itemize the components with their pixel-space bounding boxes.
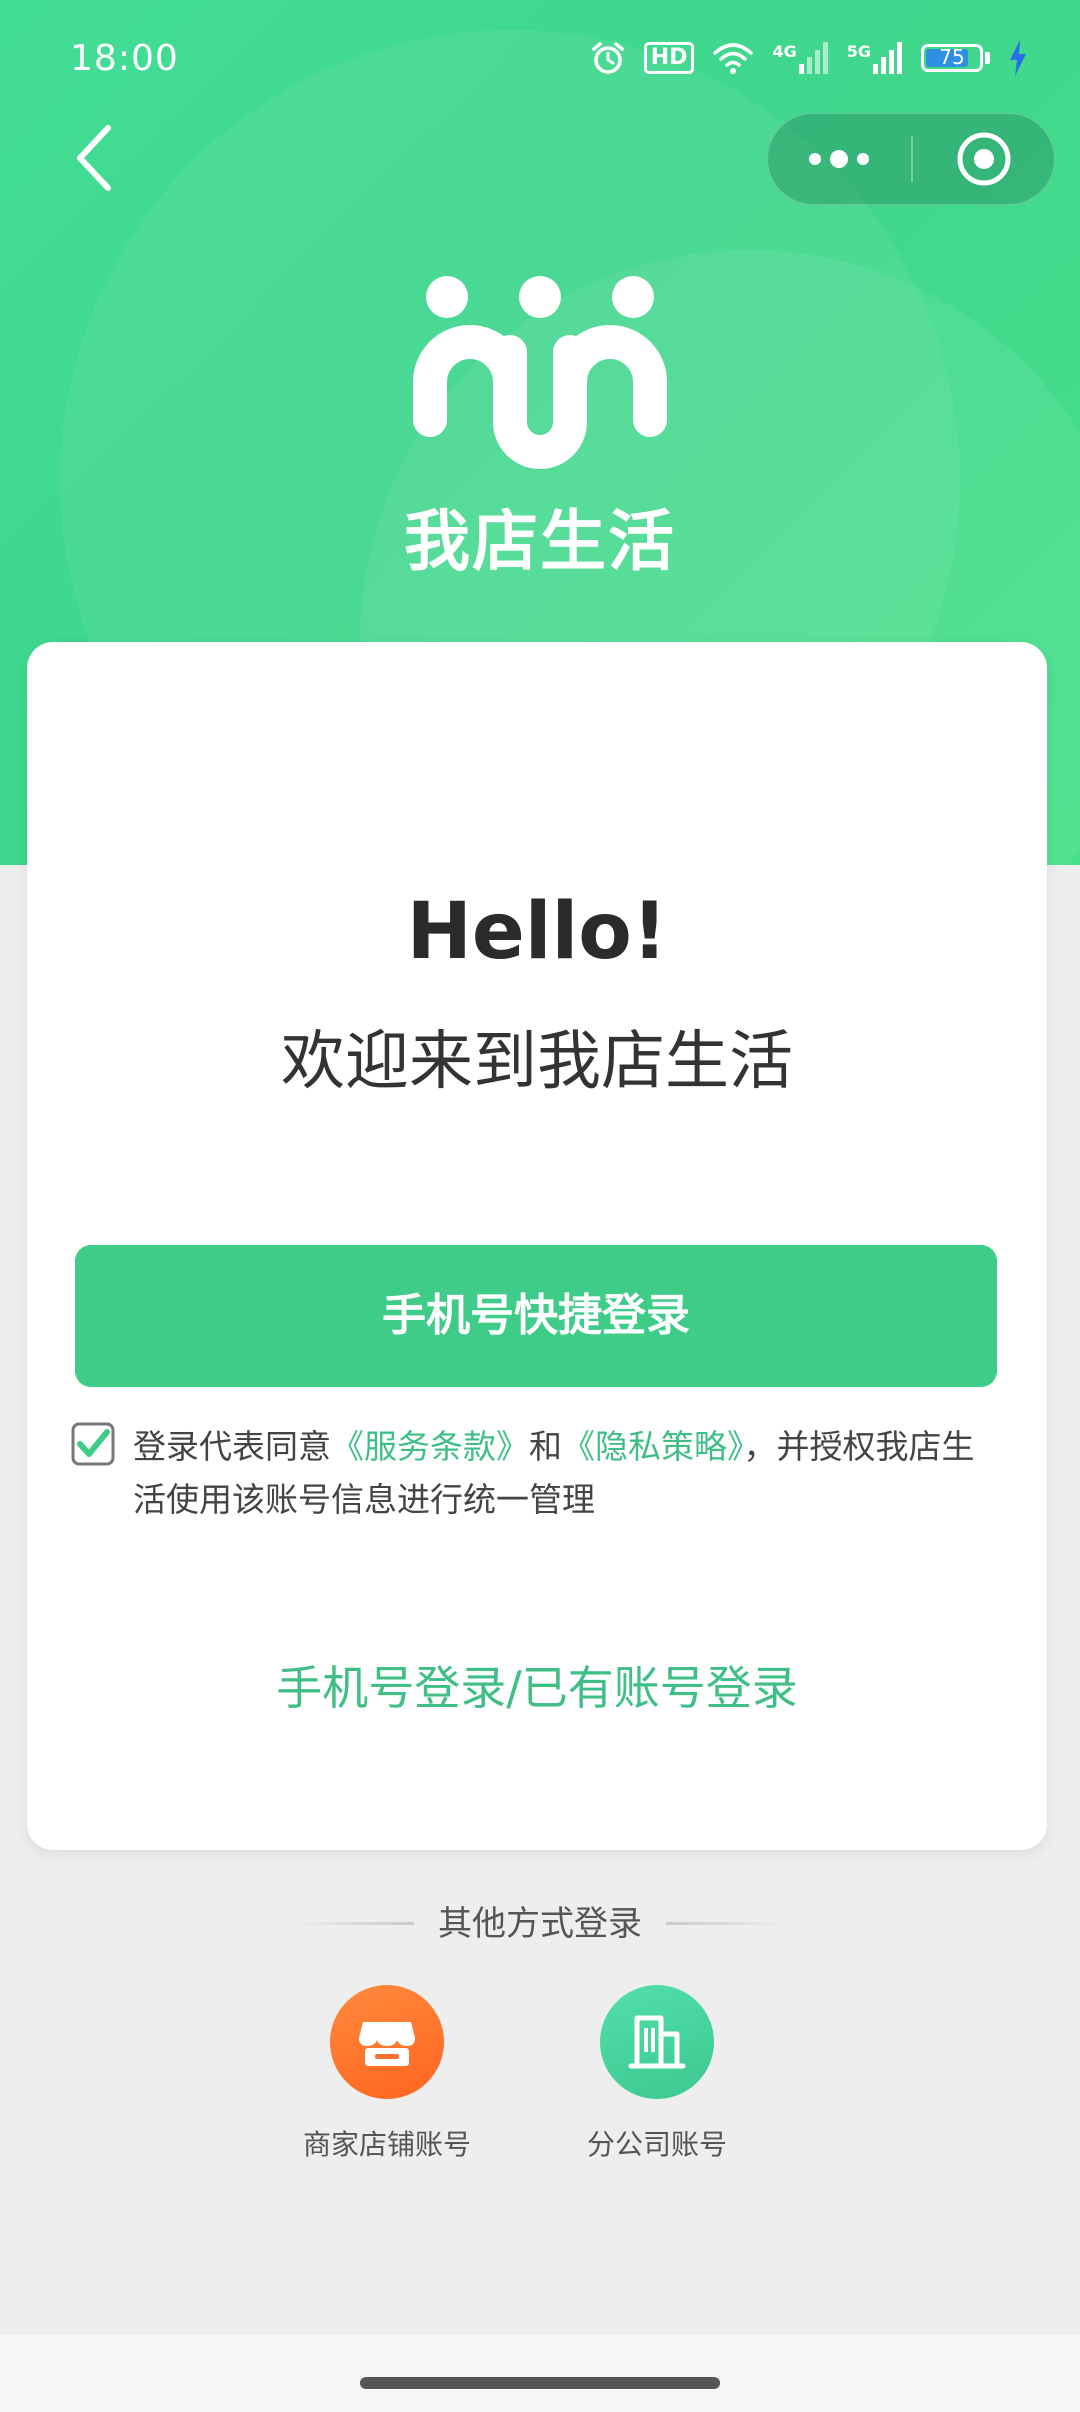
merchant-icon-circle bbox=[330, 1985, 444, 2099]
status-bar: 18:00 HD 4G 5G 75 bbox=[0, 0, 1080, 120]
battery-icon: 75 bbox=[921, 44, 990, 72]
agreement-and: 和 bbox=[529, 1427, 562, 1466]
network-type-label: 4G bbox=[772, 42, 797, 61]
branch-account-label: 分公司账号 bbox=[586, 2128, 727, 2161]
agreement-text: 登录代表同意《服务条款》和《隐私策略》，并授权我店生活使用该账号信息进行统一管理 bbox=[133, 1420, 1003, 1526]
close-mini-program-button[interactable] bbox=[913, 114, 1055, 204]
wifi-icon bbox=[712, 41, 754, 75]
charging-icon bbox=[1008, 40, 1028, 76]
status-time: 18:00 bbox=[70, 38, 179, 79]
more-button[interactable] bbox=[768, 114, 910, 204]
merchant-account-login[interactable]: 商家店铺账号 bbox=[257, 1985, 517, 2163]
account-login-link[interactable]: 手机号登录/已有账号登录 bbox=[27, 1652, 1047, 1718]
terms-link[interactable]: 《服务条款》 bbox=[331, 1427, 529, 1466]
back-button[interactable] bbox=[60, 118, 130, 198]
chevron-left-icon bbox=[60, 125, 130, 202]
signal-icon: 5G bbox=[847, 42, 903, 74]
battery-level: 75 bbox=[939, 45, 965, 69]
checkbox-checked-icon bbox=[71, 1422, 115, 1470]
brand-name: 我店生活 bbox=[404, 503, 676, 580]
branch-icon-circle bbox=[600, 1985, 714, 2099]
status-icons: HD 4G 5G 75 bbox=[590, 40, 1028, 76]
target-close-icon bbox=[913, 132, 1055, 208]
divider-line bbox=[666, 1922, 782, 1925]
phone-quick-login-button[interactable]: 手机号快捷登录 bbox=[75, 1245, 997, 1387]
system-nav-bar bbox=[0, 2335, 1080, 2412]
hd-icon: HD bbox=[643, 42, 695, 74]
hello-heading: Hello! bbox=[406, 887, 668, 977]
agreement-checkbox[interactable] bbox=[71, 1422, 115, 1466]
more-dots-icon bbox=[768, 150, 910, 208]
home-indicator[interactable] bbox=[360, 2377, 720, 2389]
network-type-label: 5G bbox=[846, 42, 871, 61]
login-card: Hello! 欢迎来到我店生活 手机号快捷登录 登录代表同意《服务条款》和《隐私… bbox=[27, 642, 1047, 1850]
branch-account-login[interactable]: 分公司账号 bbox=[527, 1985, 787, 2163]
other-login-divider: 其他方式登录 bbox=[0, 1896, 1080, 1946]
mini-program-capsule bbox=[767, 113, 1055, 205]
merchant-account-label: 商家店铺账号 bbox=[302, 2128, 471, 2161]
other-login-title: 其他方式登录 bbox=[438, 1904, 642, 1944]
privacy-link[interactable]: 《隐私策略》 bbox=[562, 1427, 744, 1466]
welcome-text: 欢迎来到我店生活 bbox=[281, 1025, 793, 1099]
signal-icon: 4G bbox=[772, 42, 828, 74]
app-logo-icon bbox=[400, 270, 680, 480]
agreement-prefix: 登录代表同意 bbox=[133, 1427, 331, 1466]
alarm-icon bbox=[590, 40, 626, 76]
